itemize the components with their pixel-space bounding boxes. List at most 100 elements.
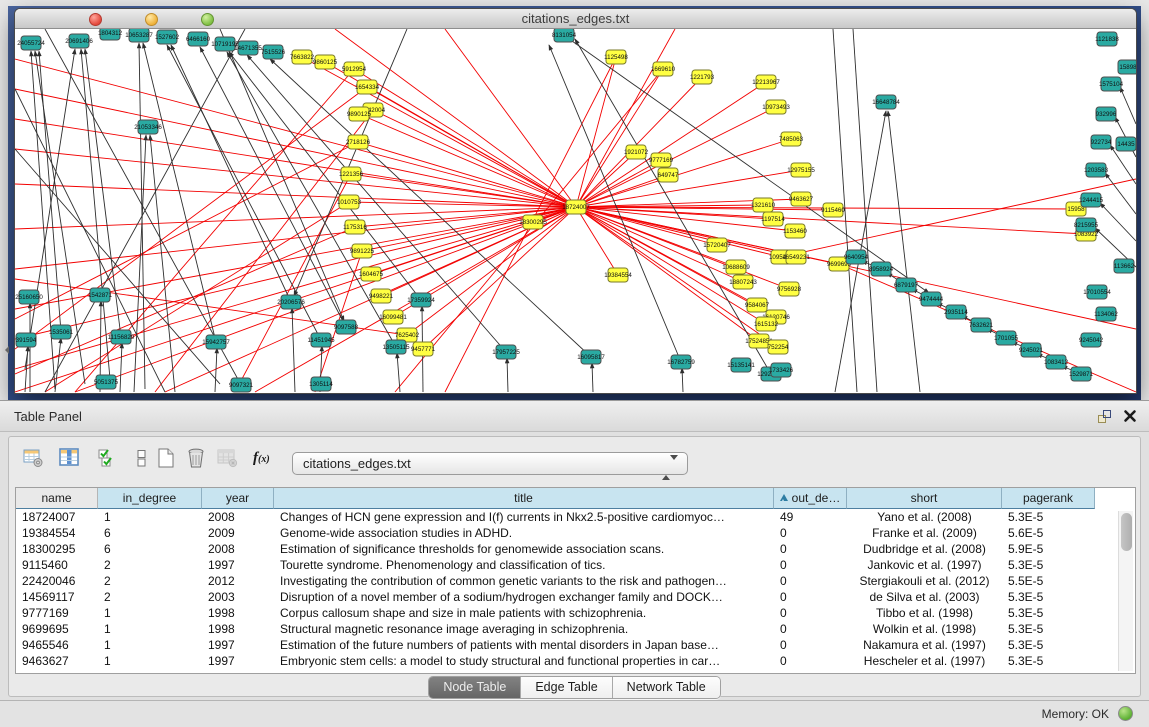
function-builder-icon[interactable]: f(x) [253,449,277,473]
network-edge[interactable] [229,52,421,300]
network-edge[interactable] [15,89,576,207]
network-edge[interactable] [171,45,291,302]
network-edge[interactable] [395,69,663,392]
delete-column-icon[interactable] [185,447,209,471]
table-cell: 2008 [202,541,274,557]
column-header-out_de[interactable]: out_de… [774,488,847,509]
network-node-label: 932996 [1096,111,1117,118]
show-columns-icon[interactable] [59,447,83,471]
network-edge[interactable] [15,149,576,207]
network-edge[interactable] [335,29,576,207]
network-edge[interactable] [592,363,593,392]
network-edge[interactable] [15,59,576,207]
network-edge[interactable] [358,142,576,207]
close-panel-icon[interactable] [1123,409,1137,423]
column-header-title[interactable]: title [274,488,774,509]
table-row[interactable]: 946362711997Embryonic stem cells: a mode… [16,653,1135,669]
network-edge[interactable] [354,69,576,207]
network-node-label: 11451945 [307,337,335,344]
network-node-label: 7515526 [261,49,286,56]
network-edge[interactable] [888,111,920,392]
new-column-icon[interactable] [155,447,179,471]
network-node-label: 9097588 [334,324,359,331]
column-header-short[interactable]: short [847,488,1002,509]
network-edge[interactable] [302,57,576,207]
network-edge[interactable] [215,348,217,392]
network-edge[interactable] [853,29,877,392]
network-edge[interactable] [359,114,576,207]
network-node-label: 1535061 [49,329,74,336]
status-bar: Memory: OK [0,700,1149,727]
network-edge[interactable] [155,110,373,392]
table-row[interactable]: 911546021997Tourette syndrome. Phenomeno… [16,557,1135,573]
network-edge[interactable] [397,353,400,392]
column-header-name[interactable]: name [16,488,98,509]
network-edge[interactable] [555,29,929,293]
network-node-label: 17359924 [407,297,435,304]
table-cell: 0 [774,557,847,573]
network-node-label: 10973493 [762,104,790,111]
network-node-label: 16095817 [577,354,605,361]
network-window-titlebar[interactable]: citations_edges.txt [15,9,1136,29]
network-edge[interactable] [682,368,683,392]
table-row[interactable]: 946554611997Estimation of the future num… [16,637,1135,653]
panel-splitter-arrow-icon[interactable] [1,346,9,354]
tab-network-table[interactable]: Network Table [613,677,720,698]
table-vertical-scrollbar[interactable] [1118,511,1133,671]
select-all-icon[interactable] [97,447,121,471]
column-header-in_degree[interactable]: in_degree [98,488,202,509]
network-edge[interactable] [576,207,781,257]
network-node-label: 649747 [658,172,679,179]
float-panel-icon[interactable] [1098,410,1111,423]
network-edge[interactable] [143,43,216,342]
citation-network-graph[interactable]: 2405572420691406180431210653287152760264… [15,29,1136,393]
table-row[interactable]: 977716911998Corpus callosum shape and si… [16,605,1135,621]
table-row[interactable]: 969969511998Structural magnetic resonanc… [16,621,1135,637]
table-select-dropdown[interactable]: citations_edges.txt [292,452,688,475]
network-edge[interactable] [1120,87,1136,124]
network-edge[interactable] [120,343,122,392]
table-row[interactable]: 2242004622012Investigating the contribut… [16,573,1135,589]
network-edge[interactable] [150,135,175,392]
network-edge[interactable] [1105,173,1136,214]
network-canvas[interactable]: 2405572420691406180431210653287152760264… [15,29,1136,393]
network-node-label: 1527602 [155,34,180,41]
network-edge[interactable] [507,358,508,392]
network-edge[interactable] [1100,203,1136,241]
table-mode-icon[interactable] [23,447,47,471]
network-edge[interactable] [576,107,776,207]
table-row[interactable]: 1938455462009Genome-wide association stu… [16,525,1135,541]
network-edge[interactable] [15,142,358,319]
network-edge[interactable] [576,207,618,275]
network-edge[interactable] [445,29,576,207]
network-edge[interactable] [15,149,220,384]
network-edge[interactable] [576,207,717,245]
network-edge[interactable] [362,207,576,251]
network-edge[interactable] [15,184,576,207]
network-edge[interactable] [423,207,576,349]
column-header-year[interactable]: year [202,488,274,509]
table-body: 1872400712008Changes of HCN gene express… [16,509,1135,669]
network-edge[interactable] [371,207,576,274]
network-edge[interactable] [39,51,61,332]
network-node-label: 16099481 [379,314,407,321]
delete-table-icon[interactable] [217,447,241,471]
network-edge[interactable] [292,308,295,392]
scrollbar-thumb[interactable] [1121,513,1132,551]
unselect-all-icon[interactable] [131,447,155,471]
table-row[interactable]: 1872400712008Changes of HCN gene express… [16,509,1135,525]
table-row[interactable]: 1456911722003Disruption of a novel membe… [16,589,1135,605]
network-node-label: 9584067 [745,302,770,309]
network-view-window[interactable]: citations_edges.txt 24055724206914061804… [14,8,1137,394]
table-row[interactable]: 1830029562008Estimation of significance … [16,541,1135,557]
network-edge[interactable] [407,207,576,335]
network-edge[interactable] [576,69,663,207]
column-header-pagerank[interactable]: pagerank [1002,488,1095,509]
memory-status-indicator[interactable] [1118,706,1133,721]
table-cell: 1 [98,653,202,669]
tab-edge-table[interactable]: Edge Table [521,677,612,698]
network-node-label: 9756928 [777,286,802,293]
table-cell: 22420046 [16,573,98,589]
tab-node-table[interactable]: Node Table [429,677,521,698]
network-edge[interactable] [227,52,396,347]
